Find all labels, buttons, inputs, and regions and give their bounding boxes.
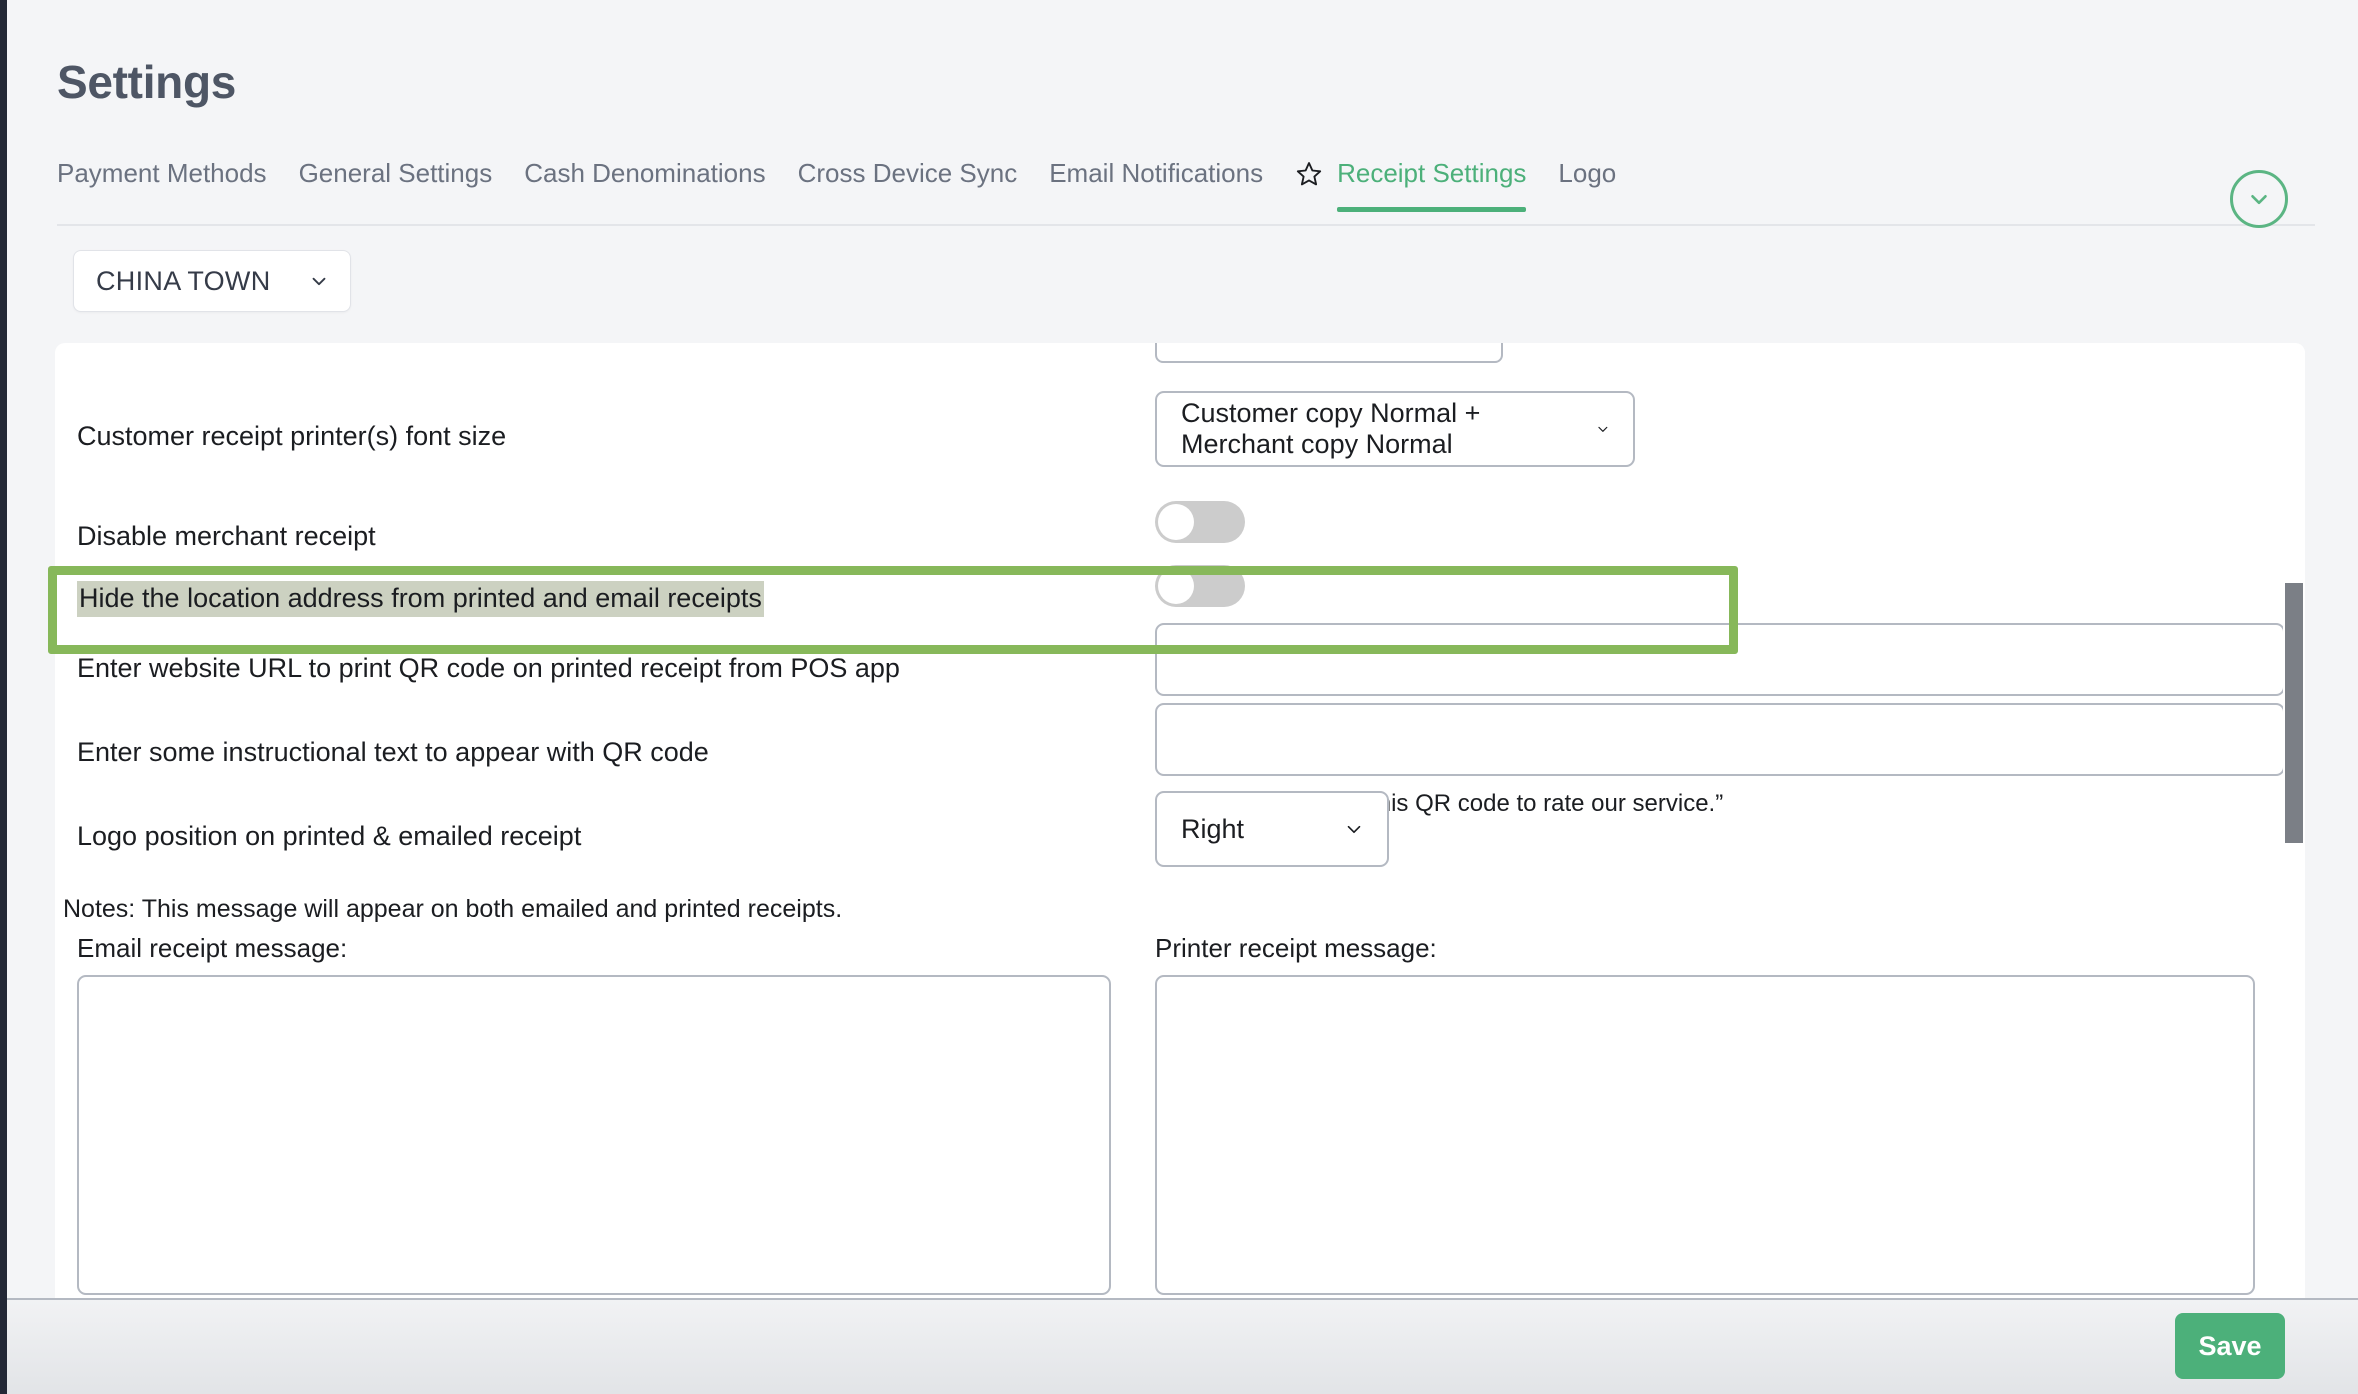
window-left-rail	[0, 0, 7, 1394]
card-scrollbar-track[interactable]	[2283, 343, 2305, 1298]
page-title: Settings	[57, 56, 237, 108]
qr-url-input[interactable]	[1155, 623, 2285, 696]
font-size-select[interactable]: Customer copy Normal + Merchant copy Nor…	[1155, 391, 1635, 467]
tab-cross-device-sync[interactable]: Cross Device Sync	[798, 160, 1018, 212]
chevron-down-icon	[2251, 194, 2267, 205]
star-outline-icon[interactable]	[1295, 160, 1323, 214]
font-size-label: Customer receipt printer(s) font size	[77, 421, 507, 451]
footer-bar	[7, 1298, 2358, 1394]
tab-label: Logo	[1558, 158, 1617, 188]
disable-merchant-receipt-label: Disable merchant receipt	[77, 521, 376, 551]
logo-position-select-value: Right	[1181, 813, 1245, 844]
chevron-down-icon	[1347, 825, 1361, 834]
font-size-select-value: Customer copy Normal + Merchant copy Nor…	[1181, 398, 1481, 459]
receipt-settings-scroll-region: Customer receipt printer(s) font size Cu…	[55, 343, 2305, 1298]
tab-label: Payment Methods	[57, 158, 267, 188]
chevron-down-icon	[312, 277, 326, 286]
save-button[interactable]: Save	[2175, 1313, 2285, 1379]
qr-instructional-label: Enter some instructional text to appear …	[77, 737, 709, 767]
email-receipt-message-label: Email receipt message:	[77, 933, 348, 963]
toggle-knob	[1158, 568, 1194, 604]
settings-tabbar: Payment Methods General Settings Cash De…	[57, 160, 2307, 226]
collapse-panel-button[interactable]	[2230, 170, 2288, 228]
toggle-knob	[1158, 504, 1194, 540]
location-select-value: CHINA TOWN	[96, 265, 271, 296]
logo-position-label: Logo position on printed & emailed recei…	[77, 821, 582, 851]
email-receipt-message-textarea[interactable]	[77, 975, 1111, 1295]
location-select[interactable]: CHINA TOWN	[73, 250, 351, 312]
qr-url-label: Enter website URL to print QR code on pr…	[77, 653, 900, 683]
tab-receipt-settings[interactable]: Receipt Settings	[1337, 158, 1527, 212]
chevron-down-icon	[1598, 426, 1608, 432]
printer-receipt-message-textarea[interactable]	[1155, 975, 2255, 1295]
tabbar-divider	[57, 224, 2315, 226]
logo-position-select[interactable]: Right	[1155, 791, 1389, 867]
tab-email-notifications[interactable]: Email Notifications	[1049, 160, 1263, 212]
tab-logo[interactable]: Logo	[1558, 160, 1616, 212]
tab-cash-denominations[interactable]: Cash Denominations	[524, 160, 765, 212]
tab-label: Cross Device Sync	[797, 158, 1018, 188]
page-header: Settings Payment Methods General Setting…	[7, 0, 2358, 340]
hide-location-address-label: Hide the location address from printed a…	[77, 581, 764, 617]
receipt-message-notes: Notes: This message will appear on both …	[63, 895, 843, 923]
disable-merchant-receipt-toggle[interactable]	[1155, 501, 1245, 543]
tab-label: General Settings	[298, 158, 493, 188]
qr-instructional-input[interactable]	[1155, 703, 2285, 776]
tab-payment-methods[interactable]: Payment Methods	[57, 160, 267, 212]
printer-receipt-message-label: Printer receipt message:	[1155, 933, 1437, 963]
settings-window: Settings Payment Methods General Setting…	[0, 0, 2358, 1394]
tab-general-settings[interactable]: General Settings	[299, 160, 493, 212]
card-scrollbar-thumb[interactable]	[2285, 583, 2303, 843]
tab-label: Cash Denominations	[524, 158, 766, 188]
hide-location-address-toggle[interactable]	[1155, 565, 1245, 607]
tab-label: Receipt Settings	[1337, 158, 1527, 188]
scrolled-off-select[interactable]	[1155, 343, 1503, 363]
receipt-settings-card: Customer receipt printer(s) font size Cu…	[55, 343, 2305, 1298]
tab-label: Email Notifications	[1049, 158, 1264, 188]
